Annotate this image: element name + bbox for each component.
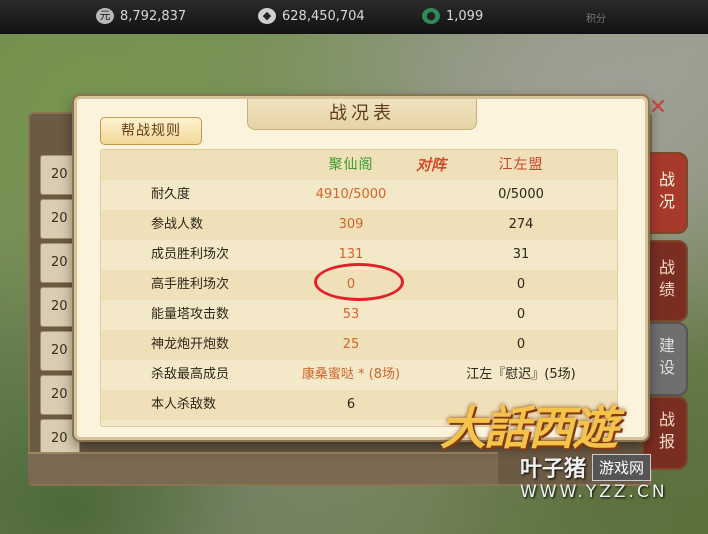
row-label: 高手胜利场次 [151, 277, 230, 292]
tab-battle-status[interactable]: 战况 [642, 152, 688, 234]
right-value: 江左『慰迟』(5场) [466, 367, 576, 382]
jade-value: 1,099 [446, 8, 484, 24]
site-tag: 游戏网 [592, 453, 652, 481]
left-value: 康桑蜜哒 * (8场) [301, 367, 401, 382]
right-value: 0 [516, 337, 526, 352]
jade-icon: ● [422, 8, 440, 24]
row-label: 能量塔攻击数 [151, 307, 230, 322]
row-label: 本人杀敌数 [151, 397, 217, 412]
left-guild-name: 聚仙阁 [328, 157, 374, 173]
left-value: 25 [342, 337, 360, 352]
coin-resource: 元 8,792,837 [96, 8, 186, 24]
tab-construction[interactable]: 建设 [642, 322, 688, 396]
table-row: 参战人数 309 274 [101, 210, 617, 240]
background-bottom-strip [28, 452, 498, 484]
left-value: 53 [342, 307, 360, 322]
right-value: 0 [516, 277, 526, 292]
tab-battle-record[interactable]: 战绩 [642, 240, 688, 322]
coin-value: 8,792,837 [120, 8, 187, 24]
score-label: 积分 [586, 14, 606, 25]
table-row: 能量塔攻击数 53 0 [101, 300, 617, 330]
table-row: 神龙炮开炮数 25 0 [101, 330, 617, 360]
row-label: 杀敌最高成员 [151, 367, 230, 382]
right-value: 0/5000 [498, 187, 544, 202]
highlight-annotation-circle [314, 263, 404, 301]
close-icon[interactable]: ✕ [646, 96, 670, 120]
row-label: 参战人数 [151, 217, 204, 232]
site-watermark: 叶子猪 游戏网 [520, 452, 652, 482]
right-guild-name: 江左盟 [498, 157, 544, 173]
right-value: 31 [512, 247, 530, 262]
table-row: 耐久度 4910/5000 0/5000 [101, 180, 617, 210]
left-value: 6 [346, 397, 356, 412]
coin-icon: 元 [96, 8, 114, 24]
dialog-title: 战况表 [247, 99, 477, 130]
row-label: 耐久度 [151, 187, 191, 202]
resource-bar: 元 8,792,837 ◆ 628,450,704 ● 1,099 积分 [0, 0, 708, 34]
battle-status-dialog: 战况表 帮战规则 聚仙阁 对阵 江左盟 耐久度 4910/5000 0/5000… [74, 96, 648, 440]
battle-status-table: 聚仙阁 对阵 江左盟 耐久度 4910/5000 0/5000 参战人数 309… [100, 149, 618, 427]
left-value: 309 [338, 217, 364, 232]
right-value: 274 [508, 217, 534, 232]
silver-value: 628,450,704 [282, 8, 365, 24]
battle-rules-button[interactable]: 帮战规则 [100, 117, 202, 145]
jade-resource: ● 1,099 [422, 8, 483, 24]
row-label: 神龙炮开炮数 [151, 337, 230, 352]
silver-resource: ◆ 628,450,704 [258, 8, 365, 24]
row-label: 成员胜利场次 [151, 247, 230, 262]
right-value: 0 [516, 307, 526, 322]
silver-ingot-icon: ◆ [258, 8, 276, 24]
table-header: 聚仙阁 对阵 江左盟 [101, 150, 617, 180]
site-url: WWW.YZZ.CN [520, 482, 668, 502]
table-row: 杀敌最高成员 康桑蜜哒 * (8场) 江左『慰迟』(5场) [101, 360, 617, 390]
left-value: 4910/5000 [315, 187, 387, 202]
site-name: 叶子猪 [520, 457, 587, 482]
